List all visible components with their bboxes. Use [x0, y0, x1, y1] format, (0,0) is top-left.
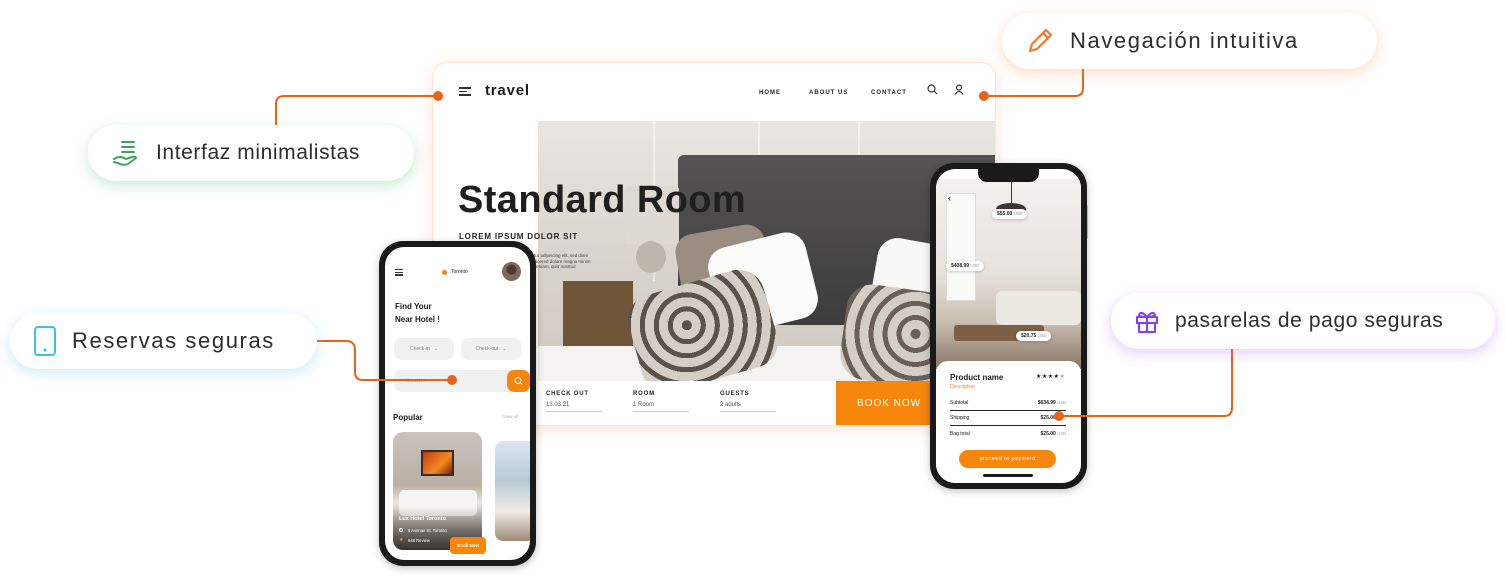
divider — [950, 410, 1066, 411]
row-value: $25.00 — [1040, 431, 1056, 437]
gift-icon — [1136, 311, 1158, 333]
search-icon[interactable] — [927, 84, 938, 95]
product-sheet: Product name ★★★★★ Description Subtotal … — [936, 361, 1081, 483]
room-field[interactable]: ROOM 1 Room — [633, 391, 689, 412]
guests-field[interactable]: GUESTS 2 adults — [720, 391, 776, 412]
row-currency: USD — [1057, 415, 1066, 420]
hero-room-photo — [538, 121, 995, 381]
guests-label: GUESTS — [720, 391, 750, 397]
row-label: Subtotal — [950, 400, 969, 406]
back-arrow-icon[interactable]: ‹ — [948, 193, 951, 203]
hotel-card[interactable]: Lux Hotel Toronto 6 Avenue St. Toronto ★… — [393, 432, 482, 550]
checkout-value: 13.03.21 — [546, 402, 602, 412]
phone-search-mockup: Toronto Find Your Near Hotel ! Check-in … — [379, 241, 536, 566]
chevron-down-icon: ⌄ — [502, 346, 507, 352]
phone-product-mockup: ‹ $55.00 USD $408.99 USD $20.75 USD Prod… — [930, 163, 1087, 489]
price-tag-value: $408.99 — [951, 263, 970, 269]
hero-title: Standard Room — [458, 179, 747, 221]
hand-coins-icon — [113, 141, 138, 166]
guests-value: 2 adults — [720, 402, 776, 412]
chevron-down-icon: ⌄ — [433, 346, 438, 352]
user-icon[interactable] — [954, 84, 964, 95]
menu-icon[interactable] — [395, 269, 403, 277]
popular-heading: Popular — [393, 413, 423, 422]
price-tag-currency: USD — [1037, 333, 1047, 338]
book-now-button[interactable]: Book Now — [450, 537, 486, 554]
rating-stars: ★★★★★ — [1036, 373, 1065, 380]
location-pin-icon — [399, 528, 403, 532]
divider — [950, 425, 1066, 426]
feature-interface-label: Interfaz minimalistas — [156, 141, 360, 164]
check-in-label: Check-in — [410, 346, 430, 352]
nav-link-home[interactable]: HOME — [759, 90, 781, 96]
price-tag[interactable]: $20.75 USD — [1016, 331, 1052, 341]
search-title-line1: Find Your — [395, 302, 432, 311]
product-description: Description — [950, 384, 976, 390]
feature-bookings-label: Reservas seguras — [72, 328, 275, 353]
row-value: $634.99 — [1037, 400, 1056, 406]
search-placeholder: Search... — [406, 378, 427, 384]
feature-navigation-label: Navegación intuitiva — [1070, 28, 1299, 53]
tablet-icon — [34, 326, 56, 356]
star-icon: ★ — [399, 537, 404, 543]
row-label: Shipping — [950, 415, 970, 421]
check-out-select[interactable]: Check-out ⌄ — [461, 338, 521, 360]
price-tag[interactable]: $408.99 USD — [946, 261, 985, 271]
row-value: $25.00 — [1040, 415, 1056, 421]
feature-pill-navigation: Navegación intuitiva — [1002, 13, 1377, 69]
bag-total-row: Bag total $25.00 USD — [950, 431, 1066, 442]
proceed-to-payment-button[interactable]: proceed to payment — [959, 450, 1056, 468]
price-tag-value: $55.00 — [997, 211, 1013, 217]
hotel-name: Lux Hotel Toronto — [399, 516, 446, 522]
home-indicator — [983, 474, 1033, 477]
pencil-icon — [1028, 28, 1053, 53]
search-title: Find Your Near Hotel ! — [395, 300, 440, 326]
check-out-label: Check-out — [475, 346, 499, 352]
brand-logo[interactable]: travel — [485, 82, 530, 99]
hotel-card[interactable] — [495, 441, 530, 541]
search-icon — [514, 377, 523, 385]
booking-bar: CHECK OUT 13.03.21 ROOM 1 Room GUESTS 2 … — [538, 381, 995, 425]
rating-empty: ★ — [1059, 374, 1066, 380]
menu-icon[interactable] — [459, 87, 471, 98]
hero-subtitle: LOREM IPSUM DOLOR SIT — [459, 232, 579, 241]
nav-link-contact[interactable]: CONTACT — [871, 90, 907, 96]
room-label: ROOM — [633, 391, 655, 397]
feature-pill-payments: pasarelas de pago seguras — [1111, 293, 1495, 349]
row-currency: USD — [1057, 431, 1066, 436]
product-room-photo — [936, 179, 1081, 369]
row-label: Bag total — [950, 431, 970, 437]
check-in-select[interactable]: Check-in ⌄ — [394, 338, 454, 360]
hotel-address: 6 Avenue St. Toronto — [408, 528, 447, 533]
room-value: 1 Room — [633, 402, 689, 412]
feature-pill-interface: Interfaz minimalistas — [88, 125, 414, 181]
hero-description: tur adipiscing elit, sed diam iscered do… — [534, 253, 591, 269]
location-label[interactable]: Toronto — [451, 269, 468, 275]
location-pin-icon — [442, 270, 447, 275]
search-input[interactable]: Search... — [394, 370, 530, 392]
price-tag-currency: USD — [970, 263, 980, 268]
row-currency: USD — [1057, 400, 1066, 405]
hotel-reviews: 648 Review — [408, 538, 430, 543]
search-title-line2: Near Hotel ! — [395, 315, 440, 324]
rating-filled: ★★★★ — [1036, 374, 1060, 380]
avatar[interactable] — [502, 262, 521, 281]
product-name: Product name — [950, 373, 1004, 382]
checkout-field[interactable]: CHECK OUT 13.03.21 — [546, 391, 602, 412]
price-tag-currency: USD — [1013, 211, 1023, 216]
view-all-link[interactable]: View all — [503, 414, 518, 419]
feature-payments-label: pasarelas de pago seguras — [1175, 309, 1444, 332]
nav-link-about[interactable]: ABOUT US — [809, 90, 848, 96]
checkout-label: CHECK OUT — [546, 391, 589, 397]
search-button[interactable] — [507, 370, 530, 392]
feature-pill-bookings: Reservas seguras — [10, 313, 317, 369]
price-tag[interactable]: $55.00 USD — [992, 209, 1028, 219]
price-tag-value: $20.75 — [1021, 333, 1037, 339]
desktop-navbar: travel HOME ABOUT US CONTACT — [433, 63, 995, 119]
